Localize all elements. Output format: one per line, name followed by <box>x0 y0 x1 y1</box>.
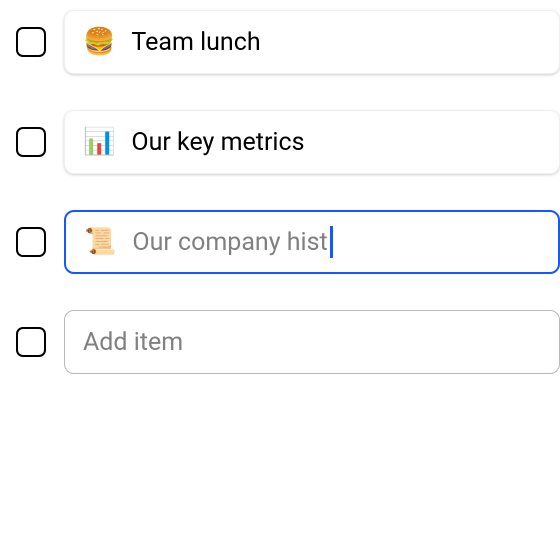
scroll-icon: 📜 <box>84 229 116 255</box>
item-edit-input[interactable]: Our company hist <box>132 226 332 258</box>
add-item-input[interactable]: Add item <box>64 310 560 374</box>
list-item: 📜 Our company hist <box>16 210 560 274</box>
checkbox[interactable] <box>16 127 46 157</box>
list-item: 🍔 Team lunch <box>16 10 560 74</box>
burger-icon: 🍔 <box>83 29 115 55</box>
chart-icon: 📊 <box>83 129 115 155</box>
checklist: 🍔 Team lunch 📊 Our key metrics 📜 Our com… <box>0 10 560 374</box>
add-item-placeholder: Add item <box>83 328 183 357</box>
checkbox[interactable] <box>16 327 46 357</box>
checkbox[interactable] <box>16 227 46 257</box>
checkbox[interactable] <box>16 27 46 57</box>
item-label: Our key metrics <box>131 128 304 157</box>
item-label: Team lunch <box>131 28 260 57</box>
item-card[interactable]: 📊 Our key metrics <box>64 110 560 174</box>
item-label: Our company hist <box>132 228 327 257</box>
item-card-editing[interactable]: 📜 Our company hist <box>64 210 560 274</box>
list-item-add: Add item <box>16 310 560 374</box>
text-caret <box>330 226 333 258</box>
list-item: 📊 Our key metrics <box>16 110 560 174</box>
item-card[interactable]: 🍔 Team lunch <box>64 10 560 74</box>
